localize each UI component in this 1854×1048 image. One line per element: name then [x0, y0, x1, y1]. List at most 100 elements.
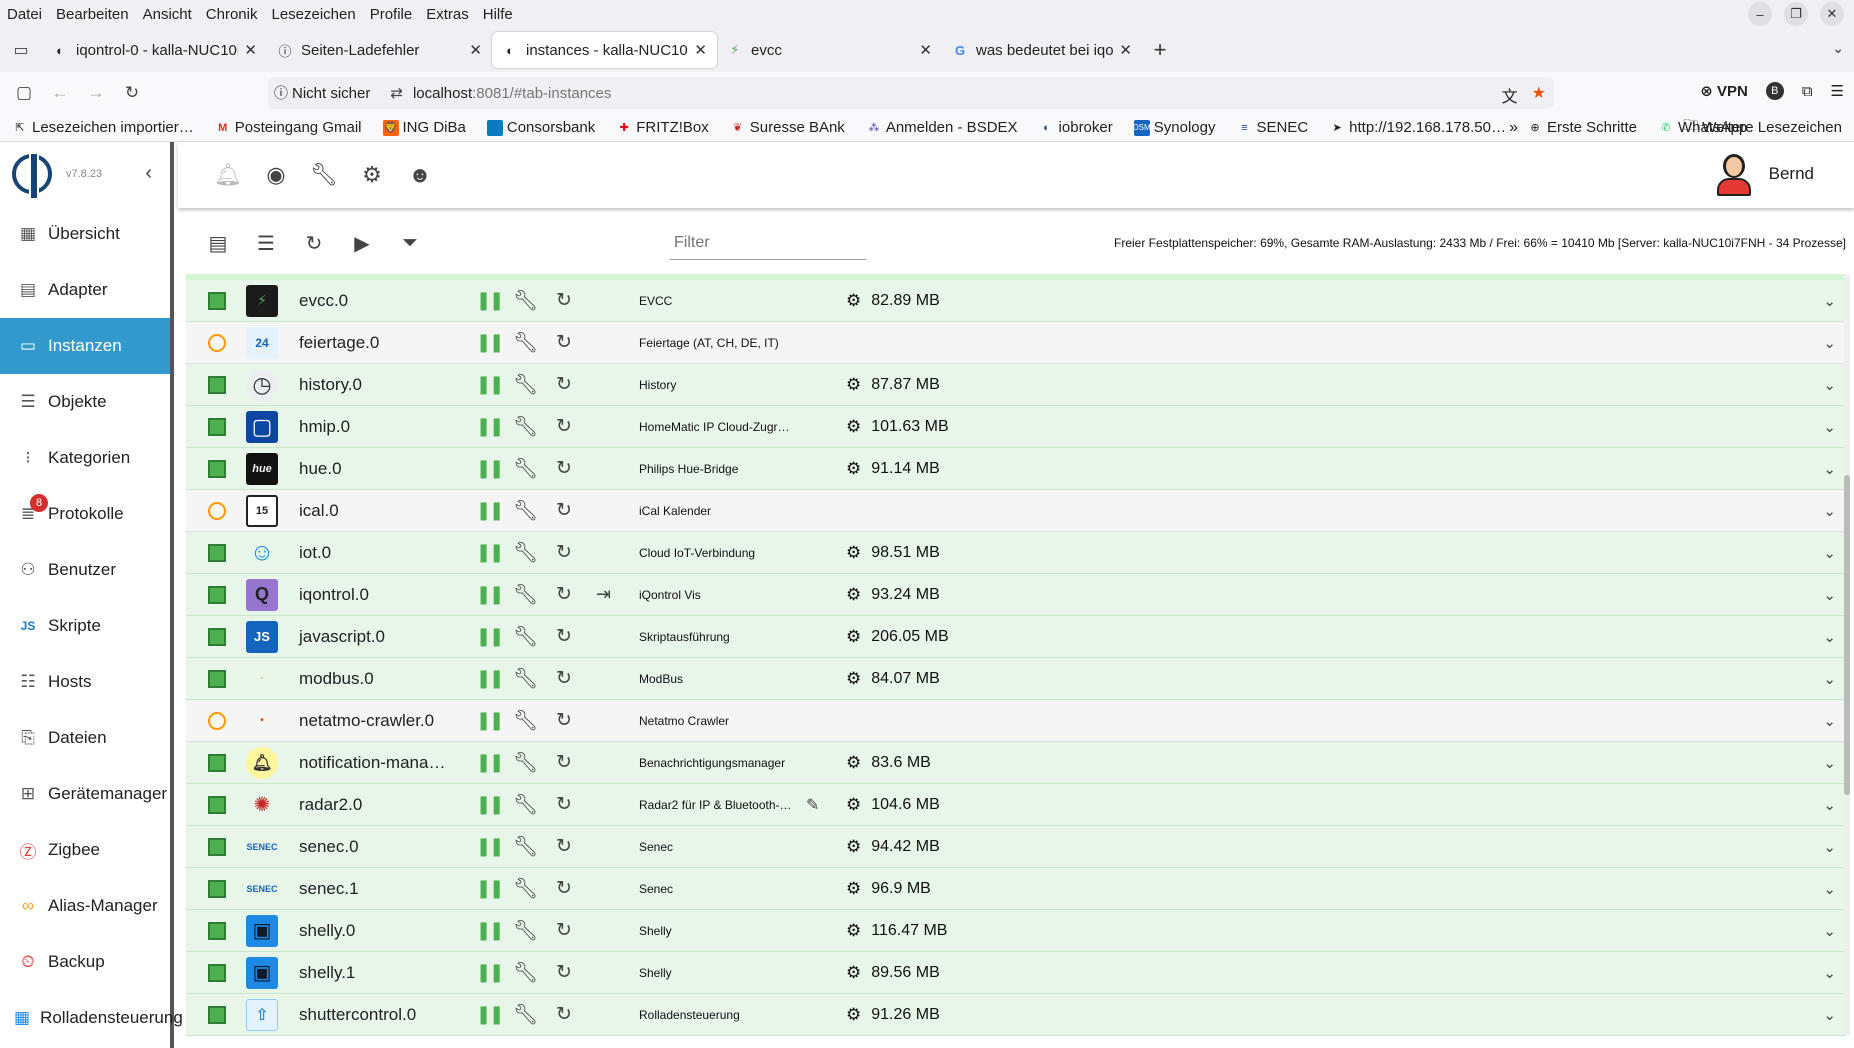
browser-tab[interactable]: ⚡ evcc ✕ — [717, 32, 942, 68]
chevron-down-icon[interactable]: ⌄ — [1823, 628, 1836, 646]
schedule-status-icon[interactable] — [208, 711, 226, 730]
chevron-down-icon[interactable]: ⌄ — [1823, 712, 1836, 730]
bookmark-ing[interactable]: 🦁 ING DiBa — [371, 119, 475, 136]
pause-icon[interactable]: ❚❚ — [476, 920, 504, 941]
instance-row[interactable]: 24 feiertage.0 ❚❚ 🔧︎ ↻ Feiertage (AT, CH, DE,… — [186, 322, 1846, 364]
filter-icon[interactable]: ⏷ — [386, 219, 434, 267]
reload-icon[interactable]: ↻ — [114, 77, 150, 109]
browser-tab[interactable]: ◐ iqontrol-0 - kalla-NUC10i7 ✕ — [42, 32, 267, 68]
sidebar-item-uebersicht[interactable]: ▦ Übersicht — [0, 206, 170, 262]
chevron-left-icon[interactable]: ‹ — [145, 162, 152, 185]
schedule-status-icon[interactable] — [208, 501, 226, 520]
wrench-icon[interactable]: 🔧︎ — [300, 151, 348, 199]
list-view-icon[interactable]: ☰ — [242, 219, 290, 267]
pause-icon[interactable]: ❚❚ — [476, 794, 504, 815]
chevron-down-icon[interactable]: ⌄ — [1823, 460, 1836, 478]
chevron-down-icon[interactable]: ⌄ — [1823, 670, 1836, 688]
browser-tab[interactable]: G was bedeutet bei iqontrol ✕ — [942, 32, 1142, 68]
wrench-icon[interactable]: 🔧︎ — [513, 414, 538, 439]
bookmark-bsdex[interactable]: ⁂ Anmelden - BSDEX — [854, 119, 1027, 136]
instance-row[interactable]: • netatmo-crawler.0 ❚❚ 🔧︎ ↻ Netatmo Crawler ⌄ — [186, 700, 1846, 742]
browser-tab[interactable]: ⓘ Seiten-Ladefehler ✕ — [267, 32, 492, 68]
translate-icon[interactable]: 文 — [1502, 83, 1518, 107]
edit-icon[interactable]: ✎ — [806, 795, 819, 815]
running-status-icon[interactable] — [208, 837, 226, 856]
restart-icon[interactable]: ↻ — [556, 1003, 572, 1026]
schedule-status-icon[interactable] — [208, 333, 226, 352]
instance-row[interactable]: ▣ shelly.1 ❚❚ 🔧︎ ↻ Shelly ⚙ 89.56 MB ⌄ — [186, 952, 1846, 994]
profile-badge[interactable]: B — [1765, 82, 1784, 100]
close-tab-icon[interactable]: ✕ — [469, 41, 482, 59]
chevron-down-icon[interactable]: ⌄ — [1823, 922, 1836, 940]
chevron-down-icon[interactable]: ⌄ — [1823, 502, 1836, 520]
pause-icon[interactable]: ❚❚ — [476, 836, 504, 857]
bookmark-iobroker[interactable]: ◐ iobroker — [1027, 119, 1122, 136]
sidebar-item-skripte[interactable]: JS Skripte — [0, 598, 170, 654]
pause-icon[interactable]: ❚❚ — [476, 752, 504, 773]
instance-row[interactable]: ◷ history.0 ❚❚ 🔧︎ ↻ History ⚙ 87.87 MB ⌄ — [186, 364, 1846, 406]
instance-row[interactable]: ◦ modbus.0 ❚❚ 🔧︎ ↻ ModBus ⚙ 84.07 MB ⌄ — [186, 658, 1846, 700]
bookmark-gmail[interactable]: M Posteingang Gmail — [203, 119, 371, 136]
browser-tab-active[interactable]: ◐ instances - kalla-NUC10i7 ✕ — [492, 32, 717, 68]
tab-list-icon[interactable]: ▭ — [0, 28, 42, 72]
chevron-down-icon[interactable]: ⌄ — [1823, 376, 1836, 394]
bookmark-synology[interactable]: DSM Synology — [1122, 119, 1225, 136]
chevron-down-icon[interactable]: ⌄ — [1832, 40, 1844, 57]
wrench-icon[interactable]: 🔧︎ — [513, 666, 538, 691]
scrollbar-thumb[interactable] — [1844, 475, 1850, 795]
pause-icon[interactable]: ❚❚ — [476, 374, 504, 395]
chevron-down-icon[interactable]: ⌄ — [1823, 418, 1836, 436]
instance-row[interactable]: SENEC senec.0 ❚❚ 🔧︎ ↻ Senec ⚙ 94.42 MB ⌄ — [186, 826, 1846, 868]
chevron-down-icon[interactable]: ⌄ — [1823, 586, 1836, 604]
pause-icon[interactable]: ❚❚ — [476, 1004, 504, 1025]
restart-icon[interactable]: ↻ — [556, 709, 572, 732]
pause-icon[interactable]: ❚❚ — [476, 290, 504, 311]
wrench-icon[interactable]: 🔧︎ — [513, 1002, 538, 1027]
running-status-icon[interactable] — [208, 795, 226, 814]
wrench-icon[interactable]: 🔧︎ — [513, 960, 538, 985]
play-icon[interactable]: ▶ — [338, 219, 386, 267]
wrench-icon[interactable]: 🔧︎ — [513, 288, 538, 313]
restart-icon[interactable]: ↻ — [556, 289, 572, 312]
close-tab-icon[interactable]: ✕ — [244, 41, 257, 59]
close-tab-icon[interactable]: ✕ — [694, 41, 707, 59]
bookmark-suresse[interactable]: ❦ Suresse BAnk — [718, 119, 854, 136]
close-window-icon[interactable]: ✕ — [1820, 2, 1844, 26]
chevron-down-icon[interactable]: ⌄ — [1823, 964, 1836, 982]
pause-icon[interactable]: ❚❚ — [476, 710, 504, 731]
running-status-icon[interactable] — [208, 417, 226, 436]
menu-profile[interactable]: Profile — [363, 6, 420, 23]
instance-row[interactable]: ▢ hmip.0 ❚❚ 🔧︎ ↻ HomeMatic IP Cloud-Zugr… ⚙ 101… — [186, 406, 1846, 448]
restart-icon[interactable]: ↻ — [556, 457, 572, 480]
restart-icon[interactable]: ↻ — [556, 793, 572, 816]
restart-icon[interactable]: ↻ — [556, 583, 572, 606]
running-status-icon[interactable] — [208, 669, 226, 688]
restart-icon[interactable]: ↻ — [556, 961, 572, 984]
restore-icon[interactable]: ❐ — [1784, 2, 1808, 26]
sidebar-item-backup[interactable]: ⏲ Backup — [0, 934, 170, 990]
back-icon[interactable]: ← — [42, 77, 78, 109]
chevron-down-icon[interactable]: ⌄ — [1823, 880, 1836, 898]
pause-icon[interactable]: ❚❚ — [476, 500, 504, 521]
restart-icon[interactable]: ↻ — [556, 751, 572, 774]
security-indicator[interactable]: ⓘ Nicht sicher — [268, 83, 380, 103]
menu-extras[interactable]: Extras — [419, 6, 476, 23]
restart-icon[interactable]: ↻ — [556, 625, 572, 648]
pause-icon[interactable]: ❚❚ — [476, 542, 504, 563]
wrench-icon[interactable]: 🔧︎ — [513, 750, 538, 775]
menu-chronik[interactable]: Chronik — [199, 6, 265, 23]
pause-icon[interactable]: ❚❚ — [476, 416, 504, 437]
menu-datei[interactable]: Datei — [0, 6, 49, 23]
gear-icon[interactable]: ⚙ — [348, 151, 396, 199]
sidebar-item-dateien[interactable]: ⎘ Dateien — [0, 710, 170, 766]
chevron-down-icon[interactable]: ⌄ — [1823, 754, 1836, 772]
instance-row[interactable]: hue hue.0 ❚❚ 🔧︎ ↻ Philips Hue-Bridge ⚙ 91.14 MB… — [186, 448, 1846, 490]
restart-icon[interactable]: ↻ — [556, 499, 572, 522]
permissions-icon[interactable]: ⇄ — [380, 84, 413, 102]
bookmark-consorsbank[interactable]: Consorsbank — [475, 119, 604, 136]
running-status-icon[interactable] — [208, 963, 226, 982]
running-status-icon[interactable] — [208, 459, 226, 478]
wrench-icon[interactable]: 🔧︎ — [513, 624, 538, 649]
instance-row[interactable]: 15 ical.0 ❚❚ 🔧︎ ↻ iCal Kalender ⌄ — [186, 490, 1846, 532]
sidebar-item-adapter[interactable]: ▤ Adapter — [0, 262, 170, 318]
